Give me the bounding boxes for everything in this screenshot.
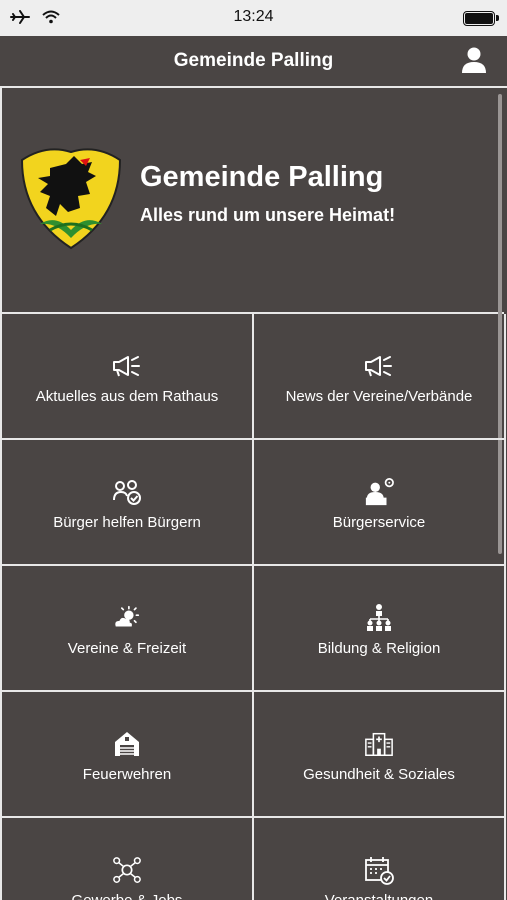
tile-buerger-helfen[interactable]: Bürger helfen Bürgern (2, 440, 254, 566)
tile-veranstaltungen[interactable]: Veranstaltungen (254, 818, 506, 900)
main-content[interactable]: Gemeinde Palling Alles rund um unsere He… (0, 88, 507, 900)
status-bar: 13:24 (0, 0, 507, 36)
hero-banner: Gemeinde Palling Alles rund um unsere He… (2, 88, 504, 314)
hierarchy-people-icon (364, 604, 394, 631)
calendar-check-icon (364, 857, 394, 885)
tile-news-vereine[interactable]: News der Vereine/Verbände (254, 314, 506, 440)
megaphone-icon (112, 353, 142, 379)
megaphone-icon (364, 353, 394, 379)
navigation-bar: Gemeinde Palling (0, 36, 507, 88)
tile-label: Gewerbe & Jobs (72, 892, 183, 900)
page-title: Gemeinde Palling (173, 50, 334, 71)
tile-label: Feuerwehren (82, 766, 172, 783)
tile-label: Vereine & Freizeit (67, 640, 187, 657)
tile-label: Gesundheit & Soziales (303, 766, 455, 783)
tile-feuerwehren[interactable]: Feuerwehren (2, 692, 254, 818)
tile-label: Bürger helfen Bürgern (53, 514, 201, 531)
tile-label: Veranstaltungen (325, 892, 433, 900)
hero-subtitle: Alles rund um unsere Heimat! (140, 205, 396, 225)
user-profile-button[interactable] (461, 46, 487, 74)
hospital-icon (364, 731, 394, 757)
citizen-service-icon (364, 478, 394, 506)
tile-vereine-freizeit[interactable]: Vereine & Freizeit (2, 566, 254, 692)
tile-gewerbe-jobs[interactable]: Gewerbe & Jobs (2, 818, 254, 900)
tile-label: Bürgerservice (332, 514, 426, 531)
battery-icon (463, 11, 499, 26)
tile-buergerservice[interactable]: Bürgerservice (254, 440, 506, 566)
people-group-icon (112, 479, 142, 505)
tile-aktuelles-rathaus[interactable]: Aktuelles aus dem Rathaus (2, 314, 254, 440)
hero-title: Gemeinde Palling (140, 161, 384, 193)
fire-station-icon (112, 731, 142, 757)
status-time: 13:24 (233, 8, 274, 25)
tile-label: News der Vereine/Verbände (285, 388, 473, 405)
tile-bildung-religion[interactable]: Bildung & Religion (254, 566, 506, 692)
network-idea-icon (112, 857, 142, 883)
user-icon (462, 47, 486, 73)
tile-gesundheit-soziales[interactable]: Gesundheit & Soziales (254, 692, 506, 818)
coat-of-arms-icon (16, 146, 126, 250)
tile-label: Aktuelles aus dem Rathaus (35, 388, 219, 405)
sun-cloud-icon (112, 605, 142, 631)
tile-label: Bildung & Religion (317, 640, 441, 657)
